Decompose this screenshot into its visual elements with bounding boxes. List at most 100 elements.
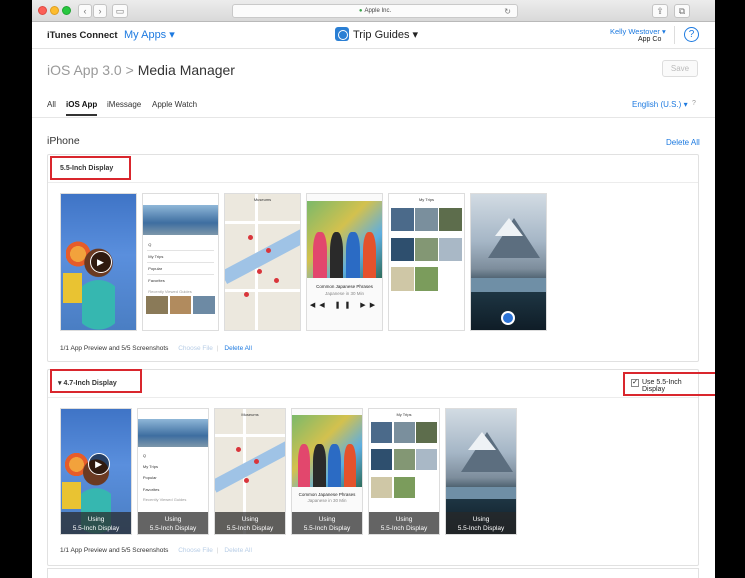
screenshot-home[interactable]: Q My Trips Popular Favorites Recently Vi…	[137, 408, 209, 535]
song-title: Common Japanese Phrases	[316, 283, 373, 289]
delete-all-link[interactable]: Delete All	[224, 547, 251, 554]
menu-my-trips: My Trips	[142, 464, 159, 469]
next-panel	[47, 568, 699, 578]
address-bar[interactable]: ● Apple Inc. ↻	[232, 4, 518, 18]
tab-all[interactable]: All	[47, 100, 56, 109]
map-pin	[253, 459, 259, 464]
trip-tile	[415, 237, 438, 261]
river	[215, 438, 285, 493]
app-preview-video[interactable]: ▶	[60, 193, 137, 331]
snow-shape	[468, 431, 497, 450]
breadcrumb-current: Media Manager	[137, 62, 235, 78]
divider	[146, 249, 215, 251]
back-button[interactable]: ‹	[78, 4, 92, 18]
trip-tile	[371, 476, 393, 498]
map-title: Museums	[241, 411, 259, 417]
highlight-box	[50, 369, 142, 393]
share-button[interactable]: ⇪	[652, 4, 668, 18]
divider: |	[216, 345, 219, 352]
shutter-icon	[501, 310, 515, 325]
search-icon: Q	[148, 241, 152, 247]
help-icon[interactable]: ?	[684, 27, 699, 42]
house-shape	[62, 481, 81, 509]
recently-viewed-label: Recently Viewed Guides	[148, 289, 192, 295]
window-close-button[interactable]	[38, 6, 47, 15]
window-maximize-button[interactable]	[62, 6, 71, 15]
person-shape	[329, 231, 343, 279]
screenshot-camera[interactable]: Using 5.5-Inch Display	[445, 408, 517, 535]
trips-screen: My Trips	[389, 194, 464, 330]
person-shape	[328, 443, 341, 487]
sidebar-toggle-button[interactable]: ▭	[112, 4, 128, 18]
delete-all-link[interactable]: Delete All	[666, 138, 700, 147]
user-menu[interactable]: Kelly Westover ▾	[610, 27, 666, 36]
trip-tile	[415, 207, 438, 231]
trip-tile	[415, 267, 438, 291]
tabs-button[interactable]: ⧉	[674, 4, 690, 18]
choose-file-button[interactable]: Choose File	[178, 547, 213, 554]
reload-icon[interactable]: ↻	[504, 5, 511, 18]
screenshot-camera[interactable]	[470, 193, 547, 331]
lock-icon: ●	[358, 8, 363, 14]
tab-ios-app[interactable]: iOS App	[66, 100, 97, 109]
divider	[146, 262, 215, 263]
lake-shape	[446, 486, 516, 499]
media-count: 1/1 App Preview and 5/5 Screenshots	[60, 547, 169, 554]
screenshot-map[interactable]: Museums	[224, 193, 301, 331]
camera-screen	[471, 194, 546, 330]
trips-title: My Trips	[418, 196, 435, 202]
my-apps-menu[interactable]: My Apps ▾	[124, 28, 175, 41]
panel-header: 5.5-Inch Display	[48, 155, 698, 183]
window-minimize-button[interactable]	[50, 6, 59, 15]
browser-toolbar: ‹ › ▭ ● Apple Inc. ↻ ⇪ ⧉	[32, 0, 715, 22]
screenshot-home[interactable]: Q My Trips Popular Favorites Recently Vi…	[142, 193, 219, 331]
trip-tile	[393, 476, 415, 498]
delete-all-link[interactable]: Delete All	[224, 345, 251, 352]
media-count: 1/1 App Preview and 5/5 Screenshots	[60, 345, 169, 352]
map-pin	[273, 278, 279, 284]
language-select[interactable]: English (U.S.) ▾	[632, 100, 688, 109]
house-shape	[62, 272, 82, 303]
screenshot-trips[interactable]: My Trips Using 5.5-Inch Display	[368, 408, 440, 535]
itc-header: iTunes Connect My Apps ▾ Trip Guides ▾ K…	[32, 22, 715, 49]
road	[225, 289, 300, 293]
panel-55-inch: 5.5-Inch Display ▶ Q My Trips Popular Fa…	[47, 154, 699, 362]
road	[225, 221, 300, 225]
breadcrumb-separator: >	[121, 62, 138, 78]
tab-imessage[interactable]: iMessage	[107, 100, 141, 109]
highlight-box	[50, 156, 131, 180]
breadcrumb-parent[interactable]: iOS App 3.0	[47, 62, 122, 78]
app-switcher[interactable]: Trip Guides ▾	[353, 28, 418, 41]
screenshot-audio[interactable]: Common Japanese Phrases Japanese in 30 M…	[306, 193, 383, 331]
forward-button[interactable]: ›	[93, 4, 107, 18]
search-icon: Q	[142, 452, 147, 458]
save-button[interactable]: Save	[662, 60, 698, 77]
tab-apple-watch[interactable]: Apple Watch	[152, 100, 197, 109]
app-preview-video[interactable]: ▶ Using 5.5-Inch Display	[60, 408, 132, 535]
divider: |	[216, 547, 219, 554]
screenshot-audio[interactable]: Common Japanese Phrases Japanese in 30 M…	[291, 408, 363, 535]
choose-file-button[interactable]: Choose File	[178, 345, 213, 352]
play-icon[interactable]: ▶	[89, 251, 112, 274]
trip-tile	[393, 449, 415, 471]
playback-controls: ◀◀ ❚❚ ▶▶	[309, 302, 380, 310]
map-pin	[244, 477, 250, 483]
person-shape	[313, 231, 327, 279]
page-title: iOS App 3.0 > Media Manager	[47, 62, 235, 78]
trip-tile	[439, 237, 462, 261]
using-55-overlay: Using 5.5-Inch Display	[215, 512, 285, 534]
menu-favorites: Favorites	[142, 486, 160, 492]
screenshot-map[interactable]: Museums Using 5.5-Inch Display	[214, 408, 286, 535]
trip-tile	[439, 207, 462, 231]
divider	[674, 26, 675, 44]
language-help-icon[interactable]: ?	[692, 100, 696, 107]
using-55-overlay: Using 5.5-Inch Display	[138, 512, 208, 534]
screenshot-trips[interactable]: My Trips	[388, 193, 465, 331]
trip-tile	[415, 449, 437, 471]
play-icon[interactable]: ▶	[87, 452, 110, 475]
panel-footer: 1/1 App Preview and 5/5 Screenshots Choo…	[60, 345, 252, 352]
river	[225, 226, 300, 285]
snow-shape	[495, 218, 523, 237]
platform-tabs: All iOS App iMessage Apple Watch English…	[32, 92, 715, 118]
address-text: Apple Inc.	[364, 8, 392, 14]
